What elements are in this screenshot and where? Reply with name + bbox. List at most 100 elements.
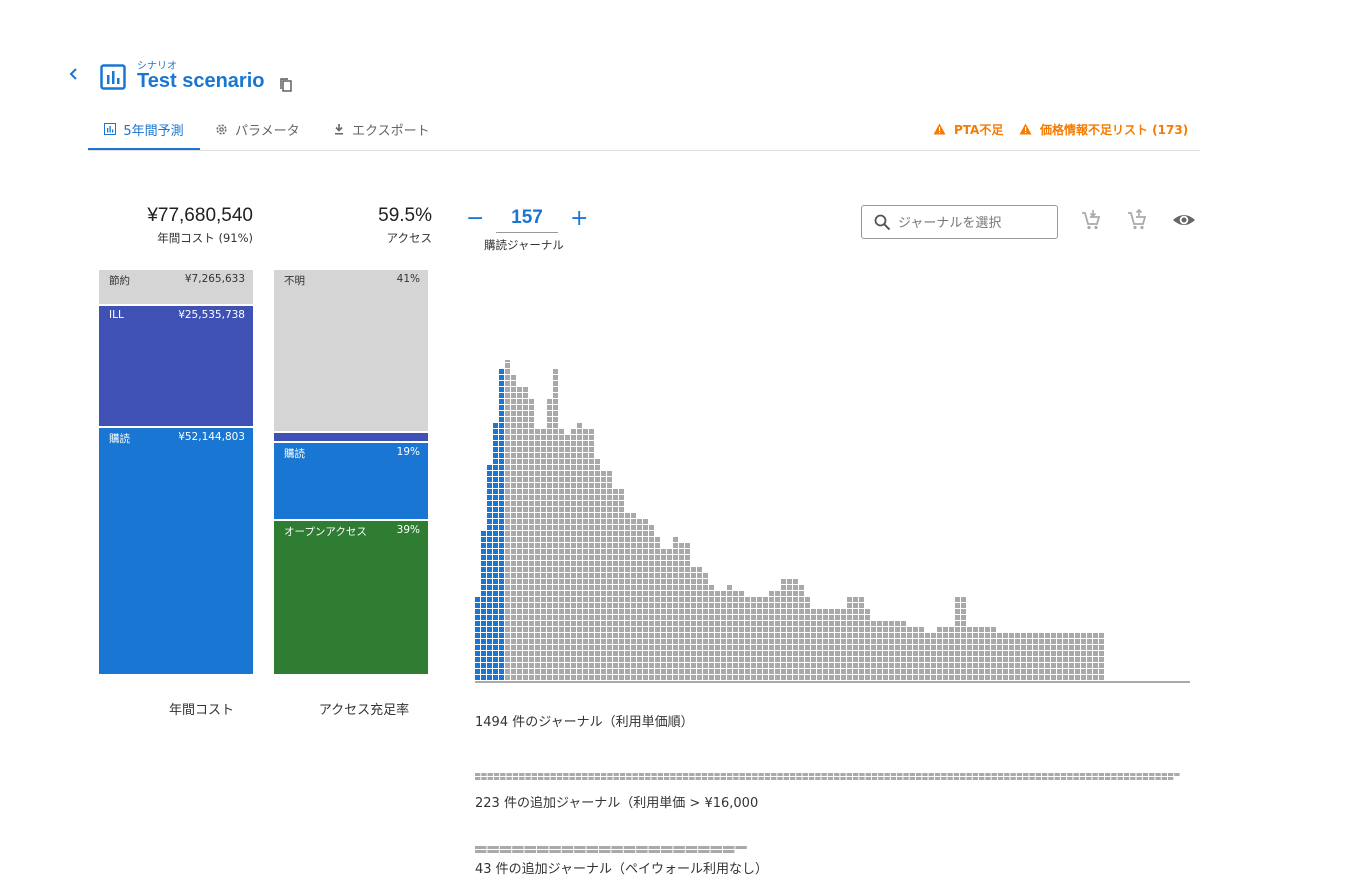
journal-chip[interactable] bbox=[1111, 777, 1117, 780]
journal-square[interactable] bbox=[535, 447, 540, 452]
journal-square[interactable] bbox=[703, 639, 708, 644]
journal-square[interactable] bbox=[667, 639, 672, 644]
journal-square[interactable] bbox=[541, 507, 546, 512]
journal-square[interactable] bbox=[631, 543, 636, 548]
journal-square[interactable] bbox=[589, 651, 594, 656]
journal-square[interactable] bbox=[1039, 639, 1044, 644]
journal-square[interactable] bbox=[685, 675, 690, 680]
journal-square[interactable] bbox=[859, 657, 864, 662]
journal-square[interactable] bbox=[811, 639, 816, 644]
journal-square[interactable] bbox=[775, 603, 780, 608]
journal-square[interactable] bbox=[943, 651, 948, 656]
journal-square[interactable] bbox=[691, 663, 696, 668]
journal-chip[interactable] bbox=[846, 777, 852, 780]
journal-square[interactable] bbox=[499, 645, 504, 650]
journal-square[interactable] bbox=[613, 591, 618, 596]
journal-square[interactable] bbox=[625, 633, 630, 638]
journal-square[interactable] bbox=[625, 597, 630, 602]
journal-square[interactable] bbox=[583, 435, 588, 440]
journal-square[interactable] bbox=[589, 675, 594, 680]
journal-square[interactable] bbox=[583, 519, 588, 524]
journal-chip[interactable] bbox=[808, 773, 815, 776]
journal-square[interactable] bbox=[613, 513, 618, 518]
journal-square[interactable] bbox=[769, 633, 774, 638]
journal-square[interactable] bbox=[799, 639, 804, 644]
journal-square[interactable] bbox=[553, 513, 558, 518]
journal-square[interactable] bbox=[925, 675, 930, 680]
journal-square[interactable] bbox=[619, 549, 624, 554]
journal-square[interactable] bbox=[613, 495, 618, 500]
journal-square[interactable] bbox=[481, 585, 486, 590]
journal-square[interactable] bbox=[775, 669, 780, 674]
journal-square[interactable] bbox=[607, 579, 612, 584]
journal-square[interactable] bbox=[565, 591, 570, 596]
journal-square[interactable] bbox=[619, 615, 624, 620]
journal-chip[interactable] bbox=[884, 777, 890, 780]
journal-square[interactable] bbox=[781, 657, 786, 662]
warning-pta[interactable]: PTA不足 bbox=[933, 110, 1003, 148]
journal-square[interactable] bbox=[853, 615, 858, 620]
journal-square[interactable] bbox=[511, 381, 516, 386]
journal-square[interactable] bbox=[577, 423, 582, 428]
journal-square[interactable] bbox=[1009, 663, 1014, 668]
journal-square[interactable] bbox=[1099, 663, 1104, 668]
journal-square[interactable] bbox=[631, 573, 636, 578]
journal-square[interactable] bbox=[853, 621, 858, 626]
journal-chip[interactable] bbox=[802, 777, 808, 780]
journal-square[interactable] bbox=[1099, 645, 1104, 650]
journal-square[interactable] bbox=[709, 591, 714, 596]
journal-chip[interactable] bbox=[638, 777, 645, 780]
journal-square[interactable] bbox=[1027, 663, 1032, 668]
journal-square[interactable] bbox=[547, 465, 552, 470]
journal-square[interactable] bbox=[655, 555, 660, 560]
journal-square[interactable] bbox=[613, 669, 618, 674]
journal-square[interactable] bbox=[595, 465, 600, 470]
journal-square[interactable] bbox=[571, 549, 576, 554]
journal-square[interactable] bbox=[649, 663, 654, 668]
journal-square[interactable] bbox=[517, 537, 522, 542]
journal-square[interactable] bbox=[535, 507, 540, 512]
journal-square[interactable] bbox=[613, 519, 618, 524]
journal-square[interactable] bbox=[679, 615, 684, 620]
journal-chip[interactable] bbox=[1168, 773, 1174, 776]
journal-square[interactable] bbox=[973, 669, 978, 674]
journal-square[interactable] bbox=[769, 675, 774, 680]
journal-square[interactable] bbox=[793, 675, 798, 680]
journal-square[interactable] bbox=[535, 585, 540, 590]
journal-square[interactable] bbox=[667, 579, 672, 584]
journal-square[interactable] bbox=[613, 531, 618, 536]
journal-square[interactable] bbox=[571, 435, 576, 440]
journal-square[interactable] bbox=[1027, 669, 1032, 674]
journal-square[interactable] bbox=[541, 645, 546, 650]
journal-chip[interactable] bbox=[673, 850, 685, 853]
journal-square[interactable] bbox=[661, 645, 666, 650]
journal-chip[interactable] bbox=[916, 777, 922, 780]
journal-square[interactable] bbox=[481, 657, 486, 662]
journal-chip[interactable] bbox=[1098, 777, 1104, 780]
journal-chip[interactable] bbox=[698, 850, 710, 853]
journal-square[interactable] bbox=[493, 429, 498, 434]
journal-square[interactable] bbox=[529, 417, 534, 422]
journal-square[interactable] bbox=[571, 603, 576, 608]
journal-square[interactable] bbox=[505, 399, 510, 404]
journal-square[interactable] bbox=[631, 591, 636, 596]
journal-square[interactable] bbox=[559, 597, 564, 602]
journal-square[interactable] bbox=[901, 675, 906, 680]
journal-square[interactable] bbox=[553, 675, 558, 680]
journal-square[interactable] bbox=[775, 651, 780, 656]
journal-square[interactable] bbox=[1087, 675, 1092, 680]
journal-square[interactable] bbox=[499, 669, 504, 674]
journal-square[interactable] bbox=[553, 489, 558, 494]
journal-square[interactable] bbox=[613, 543, 618, 548]
journal-square[interactable] bbox=[859, 645, 864, 650]
journal-square[interactable] bbox=[853, 645, 858, 650]
journal-square[interactable] bbox=[505, 369, 510, 374]
journal-square[interactable] bbox=[781, 609, 786, 614]
journal-square[interactable] bbox=[565, 675, 570, 680]
journal-square[interactable] bbox=[769, 615, 774, 620]
journal-square[interactable] bbox=[1003, 639, 1008, 644]
journal-square[interactable] bbox=[475, 669, 480, 674]
journal-square[interactable] bbox=[511, 501, 516, 506]
journal-square[interactable] bbox=[715, 645, 720, 650]
journal-square[interactable] bbox=[577, 435, 582, 440]
